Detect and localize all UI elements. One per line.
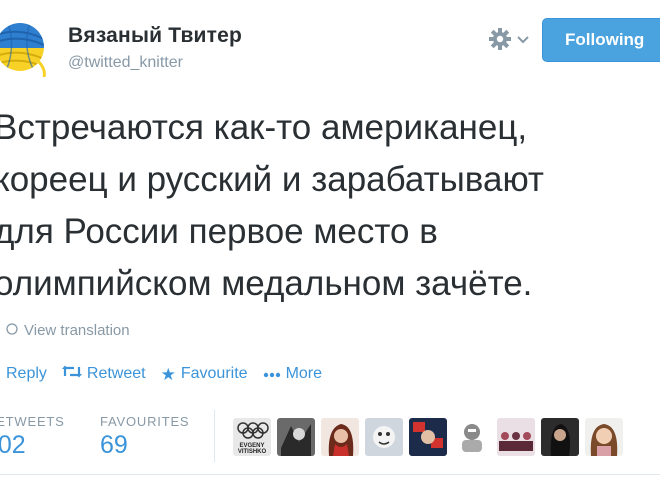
display-name[interactable]: Вязаный Твитер [68, 24, 242, 48]
favourite-button[interactable]: ★ Favourite [161, 365, 248, 383]
favoriter-avatar[interactable] [277, 418, 315, 456]
favoriter-avatar[interactable] [365, 418, 403, 456]
favourite-label: Favourite [180, 365, 248, 382]
tweet-text: Встречаются как-то американец, кореец и … [0, 102, 660, 310]
reply-button[interactable]: Reply [6, 365, 47, 383]
favoriter-avatar[interactable] [497, 418, 535, 456]
view-translation-label: View translation [24, 322, 130, 339]
favoriter-avatar[interactable] [321, 418, 359, 456]
retweets-count[interactable]: 202 [0, 431, 26, 460]
more-dots-icon [263, 365, 281, 383]
tweet-line: олимпийском медальном зачёте. [0, 264, 533, 303]
favourites-label: FAVOURITES [100, 414, 190, 429]
favoriter-avatar[interactable] [585, 418, 623, 456]
retweet-icon [61, 365, 82, 383]
tweet-bottom-border [0, 474, 660, 475]
username[interactable]: @twitted_knitter [68, 54, 183, 72]
favourites-count[interactable]: 69 [100, 431, 128, 460]
favoriter-avatar[interactable] [409, 418, 447, 456]
retweet-label: Retweet [86, 365, 146, 382]
tweet-line: Встречаются как-то американец, [0, 108, 528, 147]
retweets-label: RETWEETS [0, 414, 65, 429]
favoriter-avatar[interactable] [453, 418, 491, 456]
stats-divider [214, 410, 215, 462]
tweet-line: для России первое место в [0, 212, 438, 251]
reply-label: Reply [6, 365, 47, 382]
globe-icon [6, 322, 18, 339]
tweet-line: кореец и русский и зарабатывают [0, 160, 544, 199]
favoriter-caption: VITISHKO [238, 449, 267, 455]
more-label: More [285, 365, 323, 382]
avatar[interactable] [0, 17, 46, 77]
more-button[interactable]: More [263, 365, 322, 383]
favoriter-avatar[interactable] [541, 418, 579, 456]
star-icon: ★ [160, 364, 176, 384]
view-translation-link[interactable]: View translation [6, 322, 130, 339]
gear-dropdown-button[interactable] [488, 27, 532, 53]
favoriter-avatar[interactable]: EVGENY VITISHKO [233, 418, 271, 456]
tweet-actions: Reply Retweet ★ Favourite More [6, 365, 337, 383]
following-button[interactable]: Following [542, 18, 660, 62]
retweet-button[interactable]: Retweet [61, 365, 146, 383]
favoriters-list: EVGENY VITISHKO [233, 418, 623, 456]
